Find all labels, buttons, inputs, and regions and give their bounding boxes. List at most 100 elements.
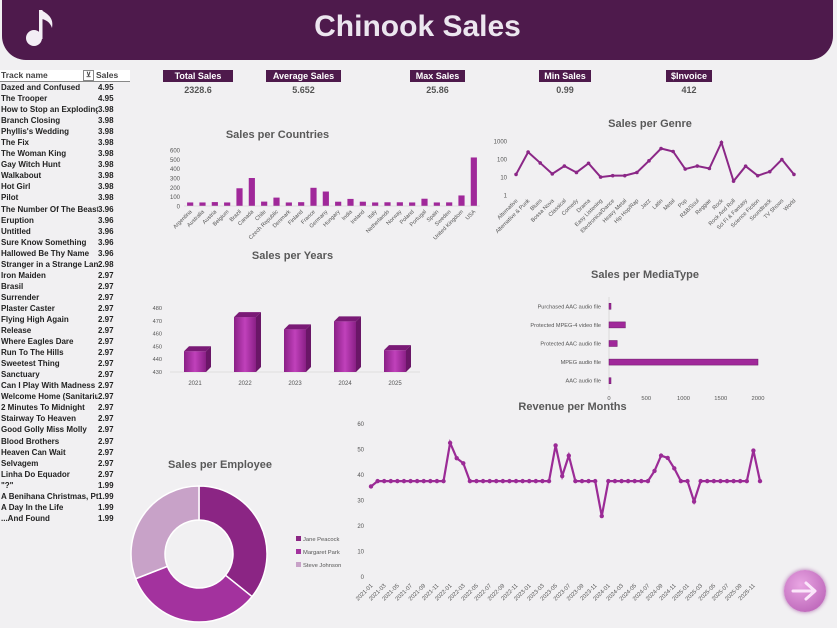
y-tick-label: Protected AAC audio file: [540, 342, 601, 348]
data-point: [751, 448, 756, 453]
kpi-min-sales: Min Sales 0.99: [539, 70, 591, 95]
column-header-sales: Sales: [96, 70, 119, 80]
data-point: [560, 473, 565, 479]
data-point: [683, 167, 688, 171]
data-point: [672, 466, 677, 471]
y-tick-label: 40: [357, 473, 364, 479]
table-row: The Number Of The Beast 3.96: [0, 204, 130, 215]
track-name-cell: Can I Play With Madness: [1, 381, 96, 391]
data-point: [507, 478, 512, 484]
x-tick-label: Jazz: [640, 198, 653, 211]
data-point: [487, 478, 492, 484]
table-row: Hot Girl 3.98: [0, 181, 130, 192]
bar: [322, 191, 329, 206]
y-tick-label: AAC audio file: [566, 379, 601, 385]
data-point: [767, 169, 772, 174]
filter-icon[interactable]: ⊻: [83, 70, 94, 81]
genre-line-chart: 1101001000AlternativeAlternative & PunkB…: [494, 140, 798, 235]
data-point: [513, 478, 519, 484]
table-row: Eruption 3.96: [0, 215, 130, 226]
data-point: [652, 468, 657, 474]
track-sales-cell: 3.98: [98, 138, 114, 148]
table-row: How to Stop an Exploding 3.98: [0, 104, 130, 115]
track-sales-cell: 3.98: [98, 182, 114, 192]
data-point: [705, 478, 710, 484]
y-tick-label: 460: [153, 332, 162, 338]
data-point: [635, 170, 639, 175]
table-row: Linha Do Equador 2.97: [0, 469, 130, 480]
track-name-cell: Eruption: [1, 215, 34, 225]
table-row: ...And Found 1.99: [0, 513, 130, 524]
bar: [199, 202, 206, 206]
track-sales-cell: 2.97: [98, 414, 114, 424]
track-sales-cell: 2.97: [98, 436, 114, 446]
track-name-cell: Good Golly Miss Molly: [1, 425, 87, 435]
y-tick-label: 0: [361, 575, 365, 581]
y-tick-label: 480: [153, 306, 162, 312]
track-sales-cell: 2.97: [98, 292, 114, 302]
bar: [335, 201, 342, 206]
next-page-button[interactable]: [784, 570, 826, 612]
data-point: [678, 478, 684, 484]
data-point: [685, 478, 690, 484]
data-point: [421, 478, 426, 484]
track-sales-cell: 2.97: [98, 381, 114, 391]
kpi-invoice-count: $Invoice 412: [666, 70, 712, 95]
legend-swatch: [296, 562, 301, 567]
data-point: [592, 478, 598, 484]
track-sales-cell: 3.96: [98, 215, 114, 225]
track-name-cell: Surrender: [1, 292, 40, 302]
years-bar-chart: 480 470 460 450 440 430 2021 2022 2023 2024 2025: [153, 306, 420, 387]
y-tick-label: 200: [170, 186, 181, 192]
data-point: [447, 440, 453, 446]
data-point: [665, 455, 670, 461]
dashboard-header: Chinook Sales: [2, 0, 833, 60]
table-row: Brasil 2.97: [0, 281, 130, 292]
track-name-cell: Blood Brothers: [1, 436, 60, 446]
bar: [608, 377, 612, 384]
track-name-cell: Heaven Can Wait: [1, 447, 66, 457]
bar: [421, 198, 428, 206]
track-name-cell: Phyllis's Wedding: [1, 127, 69, 137]
bar: [236, 188, 243, 206]
x-tick-label: World: [783, 198, 798, 213]
track-name-cell: Walkabout: [1, 171, 42, 181]
months-line-chart: 01020304050602021-012021-032021-052021-0…: [355, 422, 763, 602]
data-point: [622, 173, 627, 178]
bar: [261, 201, 268, 206]
y-tick-label: 10: [357, 550, 364, 556]
y-tick-label: 100: [497, 158, 508, 164]
kpi-label: Min Sales: [539, 70, 591, 82]
bar: [396, 202, 403, 206]
track-sales-cell: 2.98: [98, 259, 114, 269]
data-point: [553, 443, 558, 448]
y-tick-label: 10: [500, 176, 507, 182]
bar: [310, 187, 317, 206]
data-point: [632, 478, 637, 484]
data-point: [562, 164, 567, 168]
table-row: Release 2.97: [0, 325, 130, 336]
track-name-cell: The Woman King: [1, 149, 67, 159]
track-sales-cell: 2.97: [98, 303, 114, 313]
kpi-label: Average Sales: [266, 70, 341, 82]
track-sales-cell: 4.95: [98, 94, 114, 104]
table-header: Track name ⊻ Sales: [0, 70, 130, 82]
kpi-value: 0.99: [556, 85, 574, 95]
data-point: [738, 478, 743, 484]
data-point: [691, 499, 697, 504]
bar: [458, 195, 465, 206]
data-point: [718, 478, 723, 484]
bar: [334, 321, 356, 372]
track-name-cell: Hallowed Be Thy Name: [1, 248, 90, 258]
bar: [384, 350, 406, 372]
bar: [608, 340, 618, 347]
data-point: [757, 478, 763, 484]
data-point: [550, 172, 555, 176]
y-tick-label: 450: [153, 344, 162, 350]
track-sales-cell: 2.97: [98, 403, 114, 413]
y-tick-label: 100: [170, 195, 181, 201]
table-row: Phyllis's Wedding 3.98: [0, 126, 130, 137]
track-name-cell: Run To The Hills: [1, 348, 64, 358]
employee-donut-chart: Jane Peacock Margaret Park Steve Johnson: [130, 485, 341, 623]
table-row: Iron Maiden 2.97: [0, 270, 130, 281]
